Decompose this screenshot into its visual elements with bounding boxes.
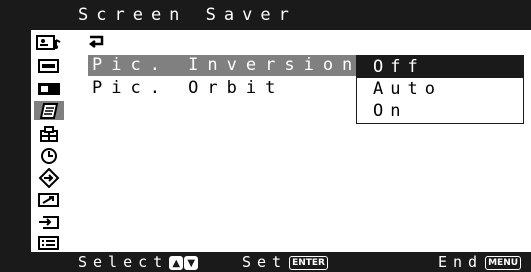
- option-off[interactable]: Off: [357, 56, 523, 78]
- position-icon[interactable]: [34, 167, 64, 188]
- footer-select-label: Select: [78, 253, 169, 271]
- option-dropdown[interactable]: Off Auto On: [356, 55, 524, 124]
- down-key-icon: ▼: [184, 256, 199, 270]
- menu-item-pic-inversion[interactable]: Pic. Inversion:: [88, 55, 372, 76]
- footer-select: Select ▲ ▼: [78, 252, 199, 272]
- menu-key-label: MENU: [485, 256, 522, 270]
- up-key-icon: ▲: [169, 256, 184, 270]
- menu-title: Screen Saver: [0, 0, 531, 30]
- screen-saver-icon[interactable]: [34, 101, 64, 120]
- option-auto[interactable]: Auto: [357, 78, 523, 100]
- timer-icon[interactable]: [34, 146, 64, 165]
- enter-key-label: ENTER: [289, 256, 328, 270]
- footer-end-label: End: [438, 253, 484, 271]
- return-icon[interactable]: [88, 32, 106, 54]
- footer-bar: Select ▲ ▼ Set ENTER End MENU: [0, 252, 531, 272]
- signal-input-icon[interactable]: [34, 212, 64, 231]
- footer-set: Set ENTER: [242, 252, 328, 272]
- footer-end: End MENU: [438, 252, 522, 272]
- menu-item-pic-orbit[interactable]: Pic. Orbit: [88, 78, 284, 99]
- info-icon[interactable]: [34, 233, 64, 252]
- input-icon[interactable]: [34, 56, 64, 75]
- picture-sound-icon[interactable]: [34, 33, 64, 52]
- setup-icon[interactable]: [34, 124, 64, 143]
- resize-icon[interactable]: [34, 190, 64, 209]
- pip-icon[interactable]: [34, 79, 64, 98]
- option-on[interactable]: On: [357, 100, 523, 122]
- footer-set-label: Set: [242, 253, 288, 271]
